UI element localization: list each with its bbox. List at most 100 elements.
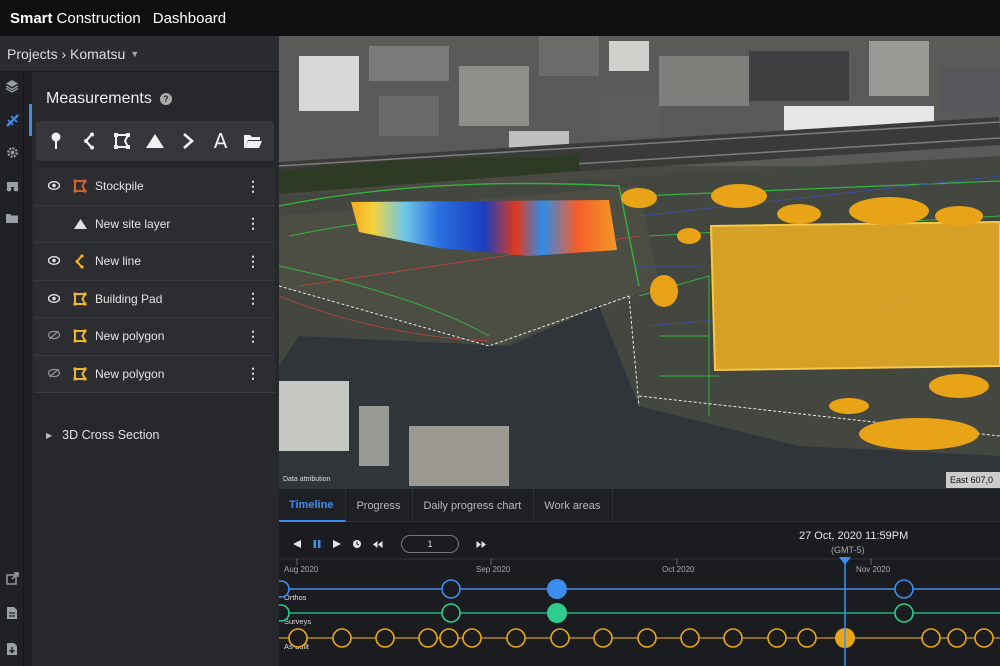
layer-list: Stockpile ⋮ New site layer ⋮ New line ⋮ (34, 168, 275, 393)
open-folder-icon[interactable] (239, 127, 267, 155)
ortho-marker[interactable] (894, 579, 914, 599)
cross-section-toggle[interactable]: ▶ 3D Cross Section (46, 428, 159, 442)
download-icon[interactable] (0, 637, 24, 661)
triangle-layer-icon (70, 218, 90, 230)
cross-section-label: 3D Cross Section (62, 428, 160, 442)
ortho-marker-selected[interactable] (547, 579, 567, 599)
help-icon[interactable]: ? (159, 93, 172, 105)
current-date: 27 Oct, 2020 11:59PM (799, 530, 909, 542)
aerial-3d-scene[interactable] (279, 36, 1000, 489)
more-vertical-icon[interactable]: ⋮ (246, 290, 260, 307)
eye-off-icon[interactable] (44, 367, 64, 381)
asbuilt-marker[interactable] (593, 628, 613, 648)
export-icon[interactable] (0, 566, 24, 590)
month-label: Oct 2020 (662, 565, 695, 574)
survey-marker[interactable] (279, 604, 290, 622)
side-rail (0, 72, 24, 666)
eye-off-icon[interactable] (44, 329, 64, 343)
asbuilt-marker[interactable] (462, 628, 482, 648)
folder-icon[interactable] (0, 206, 24, 230)
polygon-layer-icon (70, 179, 90, 193)
text-icon[interactable]: A (207, 127, 235, 155)
layer-item[interactable]: New site layer ⋮ (34, 205, 275, 243)
fast-forward-icon[interactable] (471, 534, 491, 554)
measure-tool-icon[interactable] (0, 108, 24, 132)
page-title[interactable]: Dashboard (153, 10, 226, 27)
asbuilt-marker[interactable] (288, 628, 308, 648)
project-breadcrumb[interactable]: Projects › Komatsu ▼ (0, 36, 279, 72)
asbuilt-marker[interactable] (375, 628, 395, 648)
more-vertical-icon[interactable]: ⋮ (246, 253, 260, 270)
survey-marker[interactable] (441, 603, 461, 623)
layer-item[interactable]: Building Pad ⋮ (34, 280, 275, 318)
ortho-marker[interactable] (279, 580, 290, 598)
chevron-down-icon[interactable]: ▼ (130, 49, 139, 59)
layer-name: New site layer (95, 216, 171, 231)
ortho-marker[interactable] (441, 579, 461, 599)
playback-controls: 1 (287, 533, 491, 555)
more-vertical-icon[interactable]: ⋮ (246, 365, 260, 382)
brand-bold: Smart (10, 9, 53, 27)
play-icon[interactable] (327, 534, 347, 554)
asbuilt-marker[interactable] (439, 628, 459, 648)
more-vertical-icon[interactable]: ⋮ (246, 178, 260, 195)
asbuilt-marker[interactable] (947, 628, 967, 648)
layer-item[interactable]: New line ⋮ (34, 243, 275, 281)
survey-marker[interactable] (894, 603, 914, 623)
brand-name: Construction (56, 9, 141, 27)
timezone-label: (GMT-5) (831, 545, 865, 555)
measurements-panel: Measurements ? A Stockpile ⋮ New site la… (32, 72, 279, 666)
play-reverse-icon[interactable] (287, 534, 307, 554)
polyline-icon[interactable] (75, 127, 103, 155)
layer-item[interactable]: New polygon ⋮ (34, 318, 275, 356)
asbuilt-marker[interactable] (723, 628, 743, 648)
eye-icon[interactable] (44, 254, 64, 268)
more-vertical-icon[interactable]: ⋮ (246, 215, 260, 232)
eye-icon[interactable] (44, 292, 64, 306)
rewind-icon[interactable] (367, 534, 387, 554)
polygon-layer-icon (70, 367, 90, 381)
chevron-icon[interactable] (174, 127, 202, 155)
measurement-toolbar: A (36, 121, 274, 161)
tab-timeline[interactable]: Timeline (279, 489, 347, 522)
asbuilt-marker[interactable] (680, 628, 700, 648)
tab-progress[interactable]: Progress (346, 489, 414, 522)
tab-work-areas[interactable]: Work areas (534, 489, 614, 522)
asbuilt-marker[interactable] (418, 628, 438, 648)
eye-icon[interactable] (44, 179, 64, 193)
timeline-chart[interactable]: Aug 2020 Sep 2020 Oct 2020 Nov 2020 Orth… (279, 557, 1000, 666)
more-vertical-icon[interactable]: ⋮ (246, 328, 260, 345)
pause-icon[interactable] (307, 534, 327, 554)
line-layer-icon (70, 254, 90, 269)
timeline-panel: Timeline Progress Daily progress chart W… (279, 489, 1000, 666)
layer-item[interactable]: Stockpile ⋮ (34, 168, 275, 206)
layer-name: Stockpile (95, 179, 144, 194)
asbuilt-marker[interactable] (797, 628, 817, 648)
asbuilt-marker[interactable] (332, 628, 352, 648)
asbuilt-marker[interactable] (767, 628, 787, 648)
layer-name: New line (95, 254, 142, 269)
layer-item[interactable]: New polygon ⋮ (34, 355, 275, 393)
asbuilt-marker[interactable] (550, 628, 570, 648)
asbuilt-marker[interactable] (637, 628, 657, 648)
tab-daily-progress-chart[interactable]: Daily progress chart (413, 489, 535, 522)
volume-icon[interactable] (141, 127, 169, 155)
data-attribution-link[interactable]: Data attribution (283, 476, 330, 483)
polygon-icon[interactable] (108, 127, 136, 155)
panel-title: Measurements (46, 90, 152, 107)
asbuilt-marker[interactable] (974, 628, 994, 648)
report-icon[interactable] (0, 601, 24, 625)
settings-icon[interactable] (0, 140, 24, 164)
asbuilt-marker[interactable] (506, 628, 526, 648)
chevron-right-icon[interactable]: ▶ (46, 431, 52, 440)
asbuilt-marker[interactable] (921, 628, 941, 648)
survey-marker-selected[interactable] (547, 603, 567, 623)
map-viewport[interactable] (279, 36, 1000, 489)
equipment-icon[interactable] (0, 174, 24, 198)
pin-icon[interactable] (42, 127, 70, 155)
breadcrumb-text: Projects › Komatsu (7, 45, 126, 62)
speed-input[interactable]: 1 (401, 535, 459, 553)
layers-icon[interactable] (0, 74, 24, 98)
clock-icon[interactable] (347, 534, 367, 554)
month-label: Nov 2020 (856, 565, 891, 574)
